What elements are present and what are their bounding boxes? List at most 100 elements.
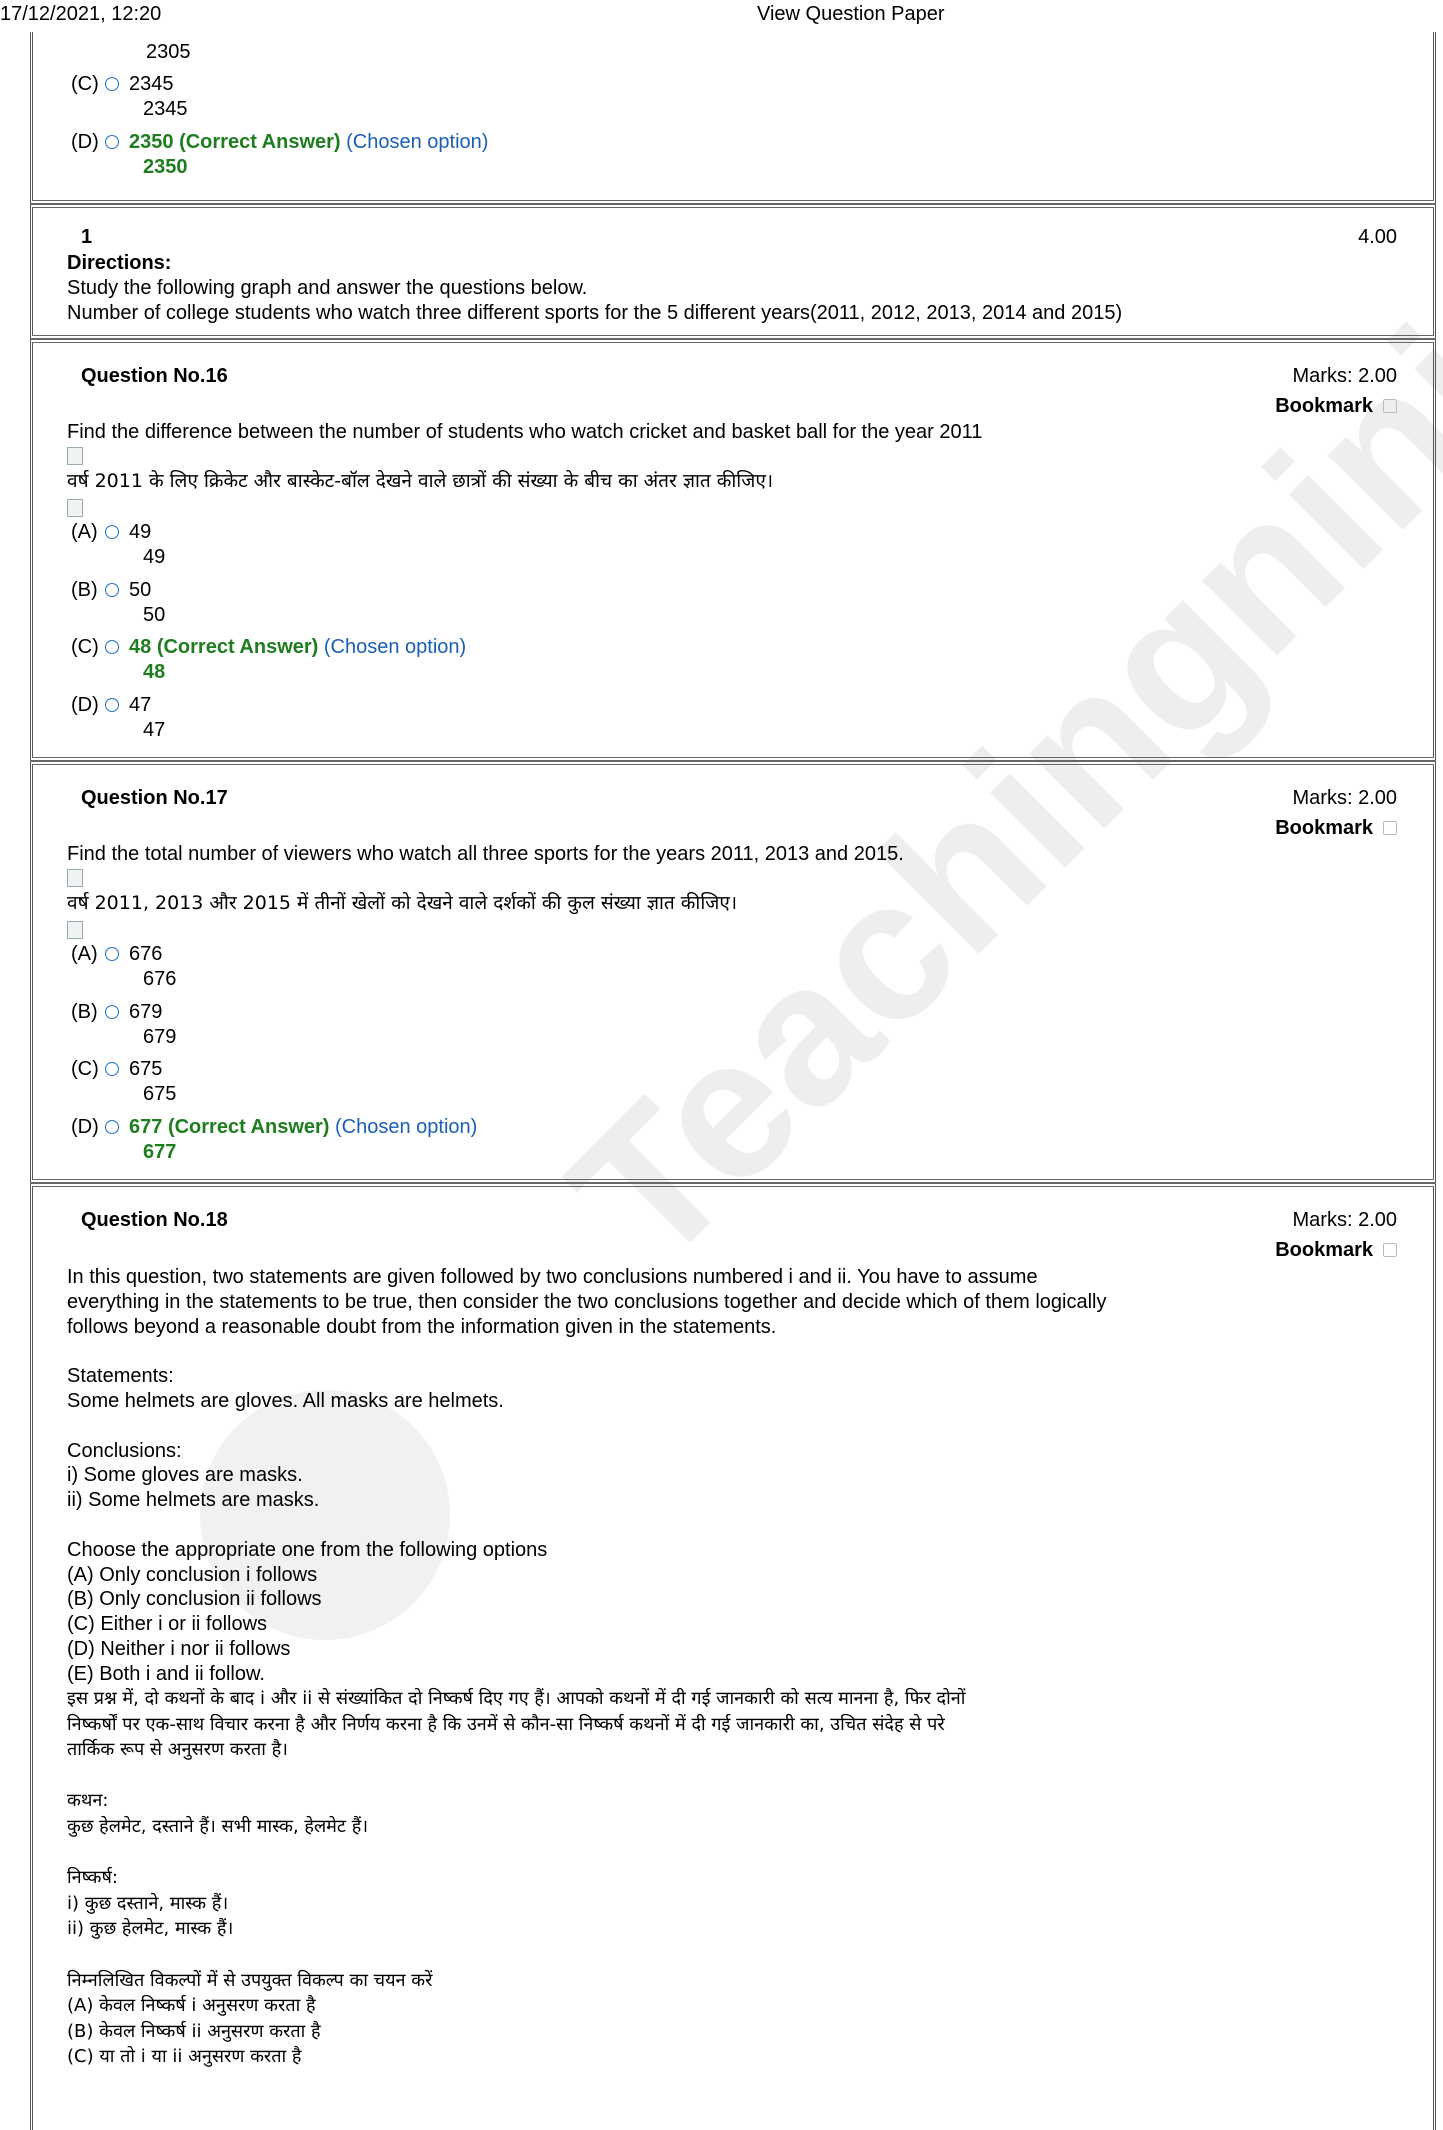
bookmark-checkbox[interactable]	[1383, 399, 1397, 413]
question-text-hi: वर्ष 2011 के लिए क्रिकेट और बास्केट-बॉल …	[67, 470, 774, 492]
radio-icon[interactable]	[105, 135, 119, 149]
option-value-translation: 50	[143, 604, 166, 626]
option-label: (D)	[71, 1116, 99, 1138]
bookmark-toggle[interactable]: Bookmark	[1275, 817, 1397, 840]
radio-icon[interactable]	[105, 947, 119, 961]
text-line: Choose the appropriate one from the foll…	[67, 1538, 548, 1561]
text-line: तार्किक रूप से अनुसरण करता है।	[67, 1739, 288, 1761]
option-row[interactable]: (C) 48 (Correct Answer) (Chosen option) 4…	[71, 635, 466, 683]
option-row[interactable]: (C) 675 675	[71, 1057, 176, 1105]
previous-question-tail: 2305 (C) 2345 2345 (D) 2350 (Correct Answe…	[30, 32, 1436, 204]
option-value-translation: 49	[143, 546, 166, 568]
option-row[interactable]: (C) 2345 2345	[71, 72, 188, 120]
option-label: (A)	[71, 943, 98, 965]
text-line: follows beyond a reasonable doubt from t…	[67, 1315, 777, 1338]
option-row[interactable]: (A) 49 49	[71, 520, 165, 568]
question-marks: Marks: 2.00	[1292, 1209, 1397, 1231]
option-value: 50	[129, 579, 152, 601]
broken-image-icon	[67, 447, 87, 469]
option-label: (B)	[71, 1001, 98, 1023]
question-card: Question No.16 Marks: 2.00 Bookmark Find…	[30, 339, 1436, 761]
text-line: (B) केवल निष्कर्ष ii अनुसरण करता है	[67, 2020, 321, 2042]
option-value-translation: 2345	[143, 98, 188, 120]
bookmark-checkbox[interactable]	[1383, 1243, 1397, 1257]
text-line: निष्कर्ष:	[67, 1867, 118, 1889]
option-row[interactable]: (A) 676 676	[71, 942, 176, 990]
page-title: View Question Paper	[757, 3, 945, 25]
option-label: (C)	[71, 636, 99, 658]
text-line: (B) Only conclusion ii follows	[67, 1588, 322, 1611]
option-value-translation: 679	[143, 1026, 177, 1048]
radio-icon[interactable]	[105, 1120, 119, 1134]
bookmark-toggle[interactable]: Bookmark	[1275, 1239, 1397, 1262]
question-text-en: Find the total number of viewers who wat…	[67, 843, 904, 865]
radio-icon[interactable]	[105, 525, 119, 539]
text-line: everything in the statements to be true,…	[67, 1290, 1107, 1313]
text-line: Conclusions:	[67, 1439, 182, 1462]
option-row[interactable]: (D) 2350 (Correct Answer) (Chosen option)…	[71, 130, 489, 178]
text-line: In this question, two statements are giv…	[67, 1266, 1038, 1288]
option-row[interactable]: (D) 47 47	[71, 693, 165, 741]
broken-image-icon	[67, 921, 87, 943]
question-card: Question No.18 Marks: 2.00 Bookmark In t…	[30, 1183, 1436, 2130]
text-line: Some helmets are gloves. All masks are h…	[67, 1389, 504, 1412]
option-row[interactable]: (D) 677 (Correct Answer) (Chosen option) …	[71, 1115, 477, 1163]
directions-text: Study the following graph and answer the…	[67, 277, 588, 299]
bookmark-label: Bookmark	[1275, 817, 1373, 839]
text-line: (C) या तो i या ii अनुसरण करता है	[67, 2046, 302, 2068]
option-value: 49	[129, 521, 152, 543]
option-value-translation: 2350	[143, 156, 188, 178]
text-line: i) Some gloves are masks.	[67, 1464, 303, 1487]
broken-image-icon	[67, 499, 87, 521]
option-label: (D)	[71, 131, 99, 153]
radio-icon[interactable]	[105, 698, 119, 712]
text-line: ii) कुछ हेलमेट, मास्क हैं।	[67, 1918, 234, 1940]
text-line: कथन:	[67, 1790, 109, 1812]
option-label: (A)	[71, 521, 98, 543]
text-line: ii) Some helmets are masks.	[67, 1489, 320, 1512]
text-line: कुछ हेलमेट, दस्ताने हैं। सभी मास्क, हेलम…	[67, 1815, 369, 1837]
bookmark-toggle[interactable]: Bookmark	[1275, 395, 1397, 418]
radio-icon[interactable]	[105, 583, 119, 597]
option-value: 675	[129, 1058, 163, 1080]
option-value-translation: 48	[143, 661, 166, 683]
option-value: 2345	[129, 73, 174, 95]
text-line: (D) Neither i nor ii follows	[67, 1637, 291, 1660]
option-value: 47	[129, 694, 152, 716]
section-directions: 1 4.00 Directions: Study the following g…	[30, 204, 1436, 339]
broken-image-icon	[67, 869, 87, 891]
question-marks: Marks: 2.00	[1292, 787, 1397, 809]
text-line: (A) Only conclusion i follows	[67, 1563, 318, 1586]
radio-icon[interactable]	[105, 77, 119, 91]
option-value: 677	[129, 1116, 163, 1138]
chosen-option-tag: (Chosen option)	[346, 131, 489, 153]
radio-icon[interactable]	[105, 1005, 119, 1019]
question-marks: Marks: 2.00	[1292, 365, 1397, 387]
option-value: 2305	[146, 41, 191, 63]
question-number: Question No.16	[81, 365, 228, 387]
question-text-en: In this question, two statements are giv…	[67, 1265, 1107, 1687]
text-line: (E) Both i and ii follow.	[67, 1662, 265, 1685]
radio-icon[interactable]	[105, 640, 119, 654]
correct-answer-tag: (Correct Answer)	[167, 1116, 330, 1138]
option-value-translation: 47	[143, 719, 166, 741]
correct-answer-tag: (Correct Answer)	[179, 131, 341, 153]
question-number: Question No.18	[81, 1209, 228, 1231]
question-text-en: Find the difference between the number o…	[67, 421, 983, 443]
option-value-translation: 676	[143, 968, 177, 990]
question-text-hi: वर्ष 2011, 2013 और 2015 में तीनों खेलों …	[67, 892, 738, 914]
question-card: Question No.17 Marks: 2.00 Bookmark Find…	[30, 761, 1436, 1183]
option-row[interactable]: (B) 50 50	[71, 578, 165, 626]
print-timestamp: 17/12/2021, 12:20	[0, 3, 162, 25]
option-label: (B)	[71, 579, 98, 601]
option-value-translation: 675	[143, 1083, 177, 1105]
option-label: (C)	[71, 73, 99, 95]
bookmark-checkbox[interactable]	[1383, 821, 1397, 835]
bookmark-label: Bookmark	[1275, 1239, 1373, 1261]
print-header: 17/12/2021, 12:20 View Question Paper	[0, 0, 1443, 32]
option-value: 676	[129, 943, 163, 965]
directions-label: Directions:	[67, 252, 172, 274]
option-row[interactable]: (B) 679 679	[71, 1000, 176, 1048]
radio-icon[interactable]	[105, 1062, 119, 1076]
option-label: (C)	[71, 1058, 99, 1080]
